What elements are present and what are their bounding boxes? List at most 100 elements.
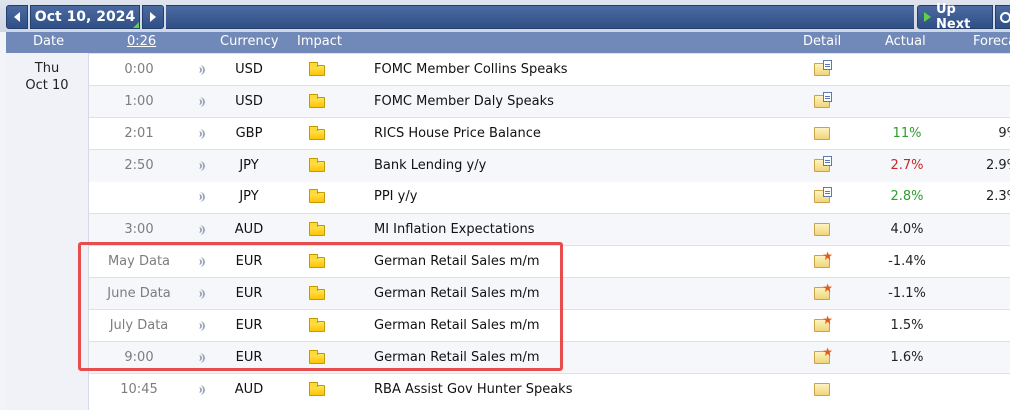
sound-icon[interactable] — [195, 150, 207, 182]
event-time: 2:50 — [124, 158, 154, 173]
event-currency: AUD — [234, 222, 264, 237]
impact-low-icon — [307, 86, 329, 118]
event-title[interactable]: PPI y/y — [374, 181, 417, 213]
previous-day-button[interactable] — [6, 5, 28, 29]
header-date: Date — [33, 34, 65, 49]
event-currency: JPY — [239, 189, 259, 204]
event-title[interactable]: RICS House Price Balance — [374, 118, 541, 150]
current-date-button[interactable]: Oct 10, 2024 — [30, 5, 140, 29]
sound-icon[interactable] — [195, 86, 207, 118]
event-title[interactable]: German Retail Sales m/m — [374, 246, 540, 278]
next-day-button[interactable] — [142, 5, 164, 29]
event-actual — [867, 54, 947, 86]
event-forecast — [959, 246, 1010, 278]
folder-icon[interactable] — [811, 118, 835, 150]
folder-doc-icon[interactable] — [811, 86, 835, 118]
event-title[interactable]: FOMC Member Collins Speaks — [374, 54, 568, 86]
event-time: July Data — [109, 318, 169, 333]
event-forecast — [959, 342, 1010, 374]
event-currency: EUR — [235, 254, 263, 269]
folder-icon[interactable] — [811, 214, 835, 246]
sound-icon[interactable] — [195, 310, 207, 342]
folder-star-icon[interactable]: ★ — [811, 246, 835, 278]
event-forecast: 2.9% — [985, 158, 1010, 173]
event-row[interactable]: 9:00 EUR German Retail Sales m/m ★ 1.6% — [89, 341, 1010, 374]
event-title[interactable]: German Retail Sales m/m — [374, 278, 540, 310]
folder-star-icon[interactable]: ★ — [811, 342, 835, 374]
impact-low-icon — [307, 374, 329, 406]
event-actual: 1.5% — [890, 318, 924, 333]
header-time-link[interactable]: 0:26 — [127, 34, 156, 49]
impact-low-icon — [307, 118, 329, 150]
impact-low-icon — [307, 342, 329, 374]
event-forecast: 2.3% — [985, 189, 1010, 204]
event-currency: EUR — [235, 350, 263, 365]
event-row[interactable]: June Data EUR German Retail Sales m/m ★ -1.1… — [89, 277, 1010, 310]
sound-icon[interactable] — [195, 342, 207, 374]
event-currency: EUR — [235, 318, 263, 333]
day-weekday: Thu — [34, 61, 60, 76]
event-actual: -1.1% — [888, 286, 926, 301]
impact-low-icon — [307, 310, 329, 342]
event-actual: 11% — [892, 126, 922, 141]
event-row[interactable]: 2:50 JPY Bank Lending y/y 2.7% 2.9% — [89, 149, 1010, 182]
calendar-table: Thu Oct 10 0:00 USD FOMC Member Collins Sp… — [6, 53, 1010, 410]
folder-doc-icon[interactable] — [811, 181, 835, 213]
event-row[interactable]: 10:45 AUD RBA Assist Gov Hunter Speaks — [89, 373, 1010, 406]
day-date: Oct 10 — [25, 78, 69, 93]
event-actual — [867, 86, 947, 118]
folder-doc-icon[interactable] — [811, 150, 835, 182]
event-row[interactable]: 3:00 AUD MI Inflation Expectations 4.0% — [89, 213, 1010, 246]
event-currency: EUR — [235, 286, 263, 301]
sound-icon[interactable] — [195, 278, 207, 310]
event-currency: USD — [235, 62, 263, 77]
play-icon — [924, 12, 931, 22]
folder-star-icon[interactable]: ★ — [811, 278, 835, 310]
impact-low-icon — [307, 278, 329, 310]
header-impact: Impact — [297, 34, 342, 49]
event-row[interactable]: JPY PPI y/y 2.8% 2.3% — [89, 181, 1010, 213]
event-title[interactable]: German Retail Sales m/m — [374, 310, 540, 342]
header-detail: Detail — [803, 34, 842, 49]
sound-icon[interactable] — [195, 118, 207, 150]
event-time: 1:00 — [124, 94, 154, 109]
folder-star-icon[interactable]: ★ — [811, 310, 835, 342]
header-forecast: Foreca — [973, 34, 1010, 49]
sound-icon[interactable] — [195, 181, 207, 213]
sound-icon[interactable] — [195, 374, 207, 406]
sound-icon[interactable] — [195, 214, 207, 246]
event-currency: GBP — [235, 126, 263, 141]
event-row[interactable]: 0:00 USD FOMC Member Collins Speaks — [89, 53, 1010, 86]
folder-doc-icon[interactable] — [811, 54, 835, 86]
search-button[interactable] — [995, 5, 1010, 29]
event-currency: JPY — [239, 158, 259, 173]
sound-icon[interactable] — [195, 246, 207, 278]
event-time: 2:01 — [124, 126, 154, 141]
event-actual — [867, 374, 947, 406]
event-title[interactable]: MI Inflation Expectations — [374, 214, 535, 246]
event-actual: 2.8% — [890, 189, 924, 204]
event-forecast — [959, 86, 1010, 118]
event-time: 0:00 — [124, 62, 154, 77]
sound-icon[interactable] — [195, 54, 207, 86]
current-date-label: Oct 10, 2024 — [34, 9, 136, 25]
impact-low-icon — [307, 246, 329, 278]
event-actual: -1.4% — [888, 254, 926, 269]
event-row[interactable]: 1:00 USD FOMC Member Daly Speaks — [89, 85, 1010, 118]
search-icon — [1000, 11, 1010, 23]
event-row[interactable]: 2:01 GBP RICS House Price Balance 11% 9% — [89, 117, 1010, 150]
event-row[interactable]: May Data EUR German Retail Sales m/m ★ -1.4% — [89, 245, 1010, 278]
up-next-button[interactable]: Up Next — [917, 2, 993, 32]
event-title[interactable]: German Retail Sales m/m — [374, 342, 540, 374]
event-actual: 1.6% — [890, 350, 924, 365]
folder-icon[interactable] — [811, 374, 835, 406]
event-title[interactable]: Bank Lending y/y — [374, 150, 486, 182]
event-title[interactable]: FOMC Member Daly Speaks — [374, 86, 554, 118]
event-forecast — [959, 54, 1010, 86]
event-row[interactable]: July Data EUR German Retail Sales m/m ★ 1.5% — [89, 309, 1010, 342]
event-currency: USD — [235, 94, 263, 109]
event-forecast — [959, 374, 1010, 406]
calendar-nav-bar: Oct 10, 2024 Up Next — [0, 0, 1010, 32]
event-title[interactable]: RBA Assist Gov Hunter Speaks — [374, 374, 572, 406]
event-time: 3:00 — [124, 222, 154, 237]
